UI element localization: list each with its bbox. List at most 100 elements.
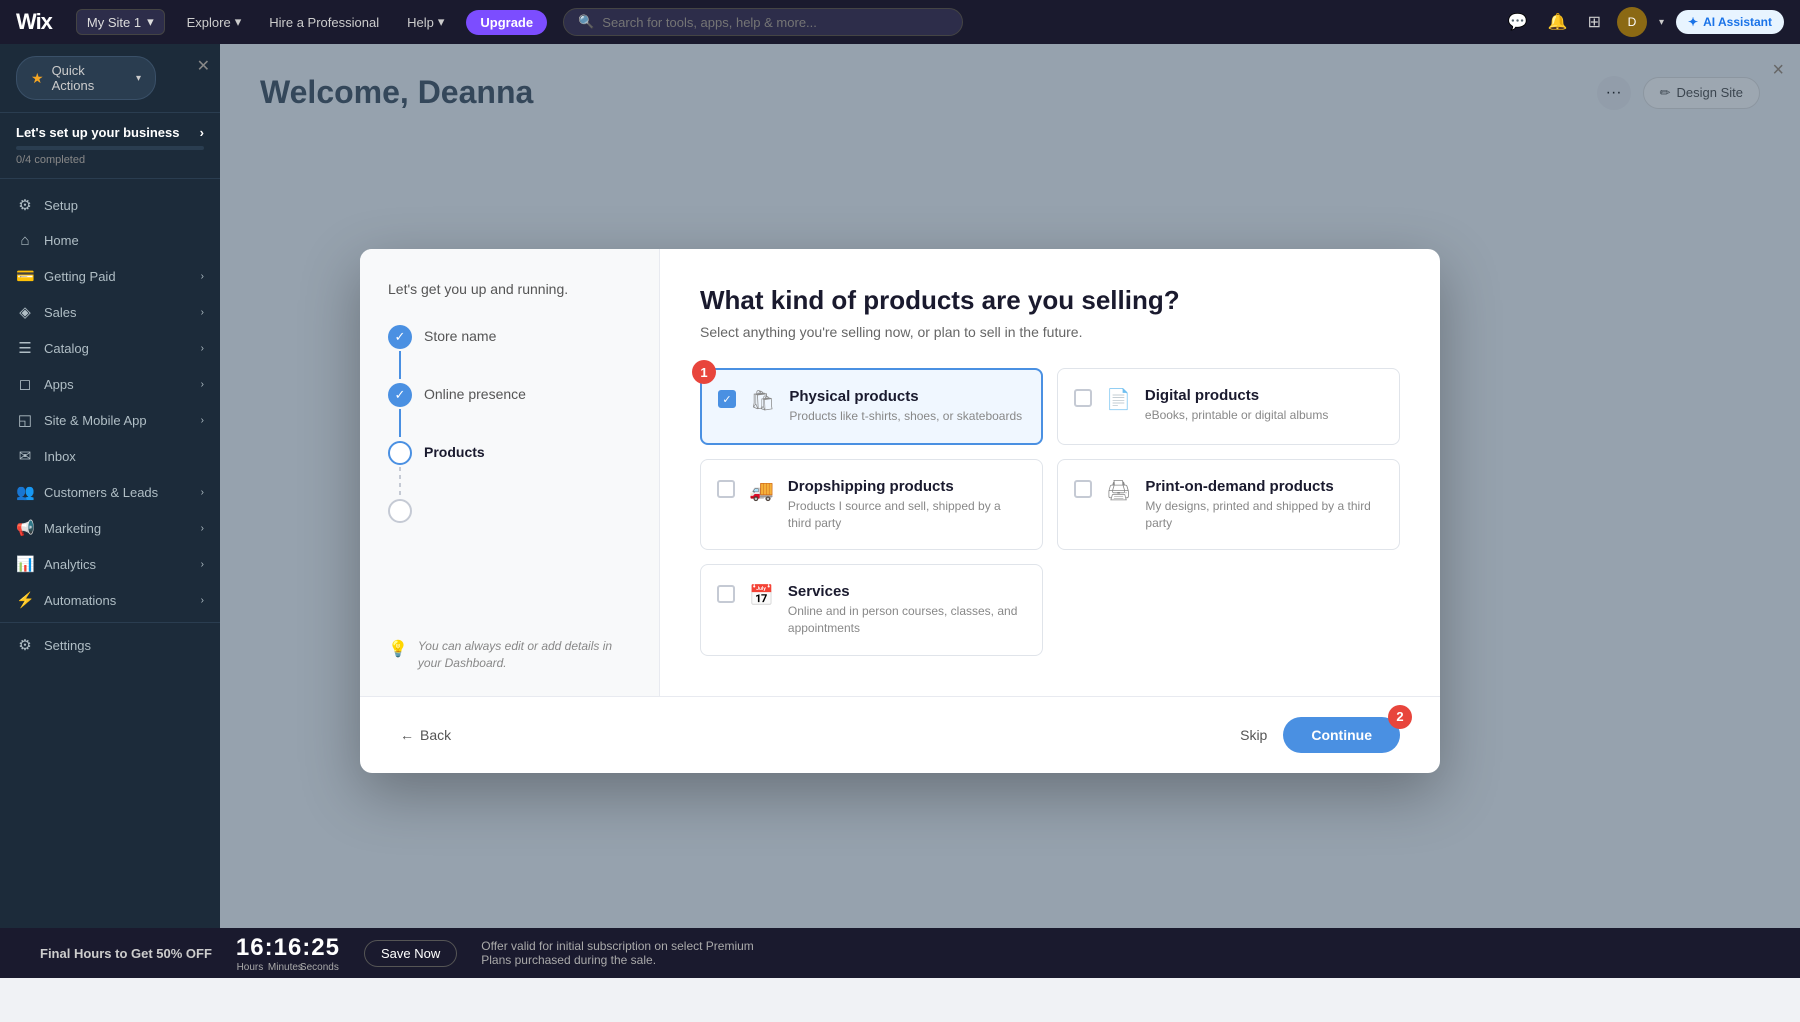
step-circle-products [388, 441, 412, 465]
modal-footer: ← Back Skip 2 Continue [360, 696, 1440, 773]
wizard-step-pending [388, 499, 631, 523]
physical-card-text: Physical products Products like t-shirts… [789, 388, 1022, 425]
product-card-services[interactable]: 📅 Services Online and in person courses,… [700, 564, 1043, 656]
print-on-demand-desc: My designs, printed and shipped by a thi… [1145, 498, 1383, 532]
physical-icon: 🛍 [750, 388, 775, 413]
wix-logo: Wix [16, 9, 52, 35]
continue-btn-wrapper: 2 Continue [1283, 717, 1400, 753]
lightbulb-icon: 💡 [388, 639, 408, 659]
help-chevron-icon: ▾ [438, 14, 445, 30]
wizard-step-online-presence: ✓ Online presence [388, 383, 631, 437]
digital-desc: eBooks, printable or digital albums [1145, 407, 1328, 424]
product-card-dropshipping[interactable]: 🚚 Dropshipping products Products I sourc… [700, 459, 1043, 551]
upgrade-button[interactable]: Upgrade [466, 10, 547, 35]
check-icon: ✓ [722, 393, 731, 406]
check-icon: ✓ [395, 329, 406, 345]
product-card-digital[interactable]: 📄 Digital products eBooks, printable or … [1057, 368, 1400, 445]
print-on-demand-checkbox[interactable] [1074, 480, 1092, 498]
modal-body: Let's get you up and running. ✓ Store na… [360, 249, 1440, 696]
services-desc: Online and in person courses, classes, a… [788, 603, 1026, 637]
avatar[interactable]: D [1617, 7, 1647, 37]
notifications-icon[interactable]: 🔔 [1544, 8, 1572, 36]
search-input[interactable] [602, 15, 948, 30]
site-name-label: My Site 1 [87, 15, 141, 30]
step-line [399, 409, 401, 437]
top-nav-right: 💬 🔔 ⊞ D ▾ ✦ AI Assistant [1504, 7, 1784, 37]
step-label-products: Products [424, 441, 485, 460]
physical-checkbox[interactable]: ✓ [718, 390, 736, 408]
modal-sidebar: Let's get you up and running. ✓ Store na… [360, 249, 660, 696]
ai-assistant-button[interactable]: ✦ AI Assistant [1676, 10, 1784, 34]
explore-chevron-icon: ▾ [235, 14, 242, 30]
dropshipping-title: Dropshipping products [788, 478, 1026, 495]
wizard-step-store-name: ✓ Store name [388, 325, 631, 379]
save-now-button[interactable]: Save Now [364, 940, 457, 967]
modal-sidebar-title: Let's get you up and running. [388, 281, 631, 297]
site-name-chevron: ▾ [147, 14, 154, 30]
physical-title: Physical products [789, 388, 1022, 405]
step-label-online-presence: Online presence [424, 383, 526, 402]
hours-label: Hours [236, 962, 264, 973]
annotation-1-wrapper: 1 ✓ 🛍 Physical products Products like t-… [700, 368, 1400, 656]
modal-subtitle: Select anything you're selling now, or p… [700, 324, 1400, 340]
modal-question: What kind of products are you selling? [700, 285, 1400, 316]
bottom-bar: Final Hours to Get 50% OFF 16:16:25 Hour… [0, 928, 1800, 978]
step-circle-pending [388, 499, 412, 523]
print-on-demand-title: Print-on-demand products [1145, 478, 1383, 495]
messages-icon[interactable]: 💬 [1504, 8, 1532, 36]
offer-detail: Offer valid for initial subscription on … [481, 939, 781, 967]
step-circle-online-presence: ✓ [388, 383, 412, 407]
physical-desc: Products like t-shirts, shoes, or skateb… [789, 408, 1022, 425]
seconds-label: Seconds [300, 962, 328, 973]
digital-card-text: Digital products eBooks, printable or di… [1145, 387, 1328, 424]
back-arrow-icon: ← [400, 727, 414, 743]
step-line [399, 351, 401, 379]
hire-professional-button[interactable]: Hire a Professional [263, 11, 385, 34]
wizard-steps: ✓ Store name ✓ [388, 325, 631, 527]
offer-text: Final Hours to Get 50% OFF [40, 946, 212, 961]
footer-right-actions: Skip 2 Continue [1240, 717, 1400, 753]
dropshipping-desc: Products I source and sell, shipped by a… [788, 498, 1026, 532]
wizard-step-products: Products [388, 441, 631, 495]
services-checkbox[interactable] [717, 585, 735, 603]
step-line-dashed [399, 467, 401, 495]
product-card-physical[interactable]: 1 ✓ 🛍 Physical products Products like t-… [700, 368, 1043, 445]
digital-checkbox[interactable] [1074, 389, 1092, 407]
explore-nav-button[interactable]: Explore ▾ [181, 10, 248, 34]
print-on-demand-icon: 🖨 [1106, 478, 1131, 503]
site-name-dropdown[interactable]: My Site 1 ▾ [76, 9, 165, 35]
services-title: Services [788, 583, 1026, 600]
services-card-text: Services Online and in person courses, c… [788, 583, 1026, 637]
modal-backdrop: × Let's get you up and running. ✓ Store … [0, 44, 1800, 978]
annotation-badge-2: 2 [1388, 705, 1412, 729]
product-grid: 1 ✓ 🛍 Physical products Products like t-… [700, 368, 1400, 656]
skip-button[interactable]: Skip [1240, 727, 1267, 743]
product-card-print-on-demand[interactable]: 🖨 Print-on-demand products My designs, p… [1057, 459, 1400, 551]
digital-icon: 📄 [1106, 387, 1131, 412]
search-bar[interactable]: 🔍 [563, 8, 963, 36]
product-type-modal: × Let's get you up and running. ✓ Store … [360, 249, 1440, 773]
search-icon: 🔍 [578, 14, 594, 30]
modal-hint: 💡 You can always edit or add details in … [388, 638, 631, 672]
timer-section: 16:16:25 Hours Minutes Seconds [236, 934, 340, 973]
dropshipping-card-text: Dropshipping products Products I source … [788, 478, 1026, 532]
dropshipping-icon: 🚚 [749, 478, 774, 503]
services-icon: 📅 [749, 583, 774, 608]
ai-icon: ✦ [1688, 15, 1698, 29]
timer-labels: Hours Minutes Seconds [236, 962, 340, 973]
annotation-badge-1: 1 [692, 360, 716, 384]
step-circle-store-name: ✓ [388, 325, 412, 349]
dropshipping-checkbox[interactable] [717, 480, 735, 498]
avatar-chevron-icon: ▾ [1659, 17, 1664, 28]
top-navigation: Wix My Site 1 ▾ Explore ▾ Hire a Profess… [0, 0, 1800, 44]
step-label-store-name: Store name [424, 325, 496, 344]
modal-main-content: What kind of products are you selling? S… [660, 249, 1440, 696]
timer-display: 16:16:25 [236, 934, 340, 962]
help-button[interactable]: Help ▾ [401, 10, 450, 34]
back-button[interactable]: ← Back [400, 727, 451, 743]
digital-title: Digital products [1145, 387, 1328, 404]
check-icon: ✓ [395, 387, 406, 403]
grid-icon[interactable]: ⊞ [1584, 8, 1605, 36]
minutes-label: Minutes [268, 962, 296, 973]
continue-button[interactable]: Continue [1283, 717, 1400, 753]
